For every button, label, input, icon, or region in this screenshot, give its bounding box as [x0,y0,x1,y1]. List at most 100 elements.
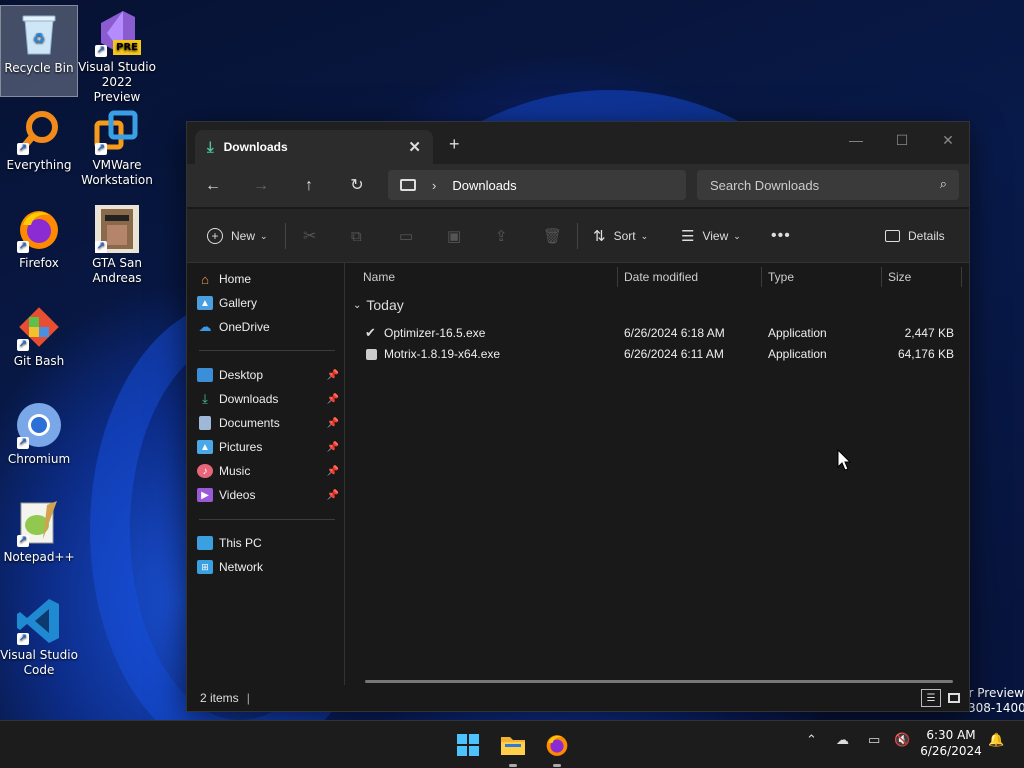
start-button[interactable] [452,729,484,761]
more-options-button[interactable]: ••• [771,223,791,249]
sidebar-item-onedrive[interactable]: ☁ OneDrive [197,316,343,338]
firefox-icon [546,735,568,756]
desktop-icon-label: Visual Studio Code [0,648,78,677]
refresh-button[interactable]: ↻ [341,172,373,200]
rename-button[interactable]: ▣ [447,223,461,249]
sidebar-item-music[interactable]: ♪ Music 📌 [197,460,343,482]
sidebar-item-gallery[interactable]: ▲ Gallery [197,292,343,314]
chevron-down-icon: ⌄ [640,230,649,241]
column-header-type[interactable]: Type [768,263,794,291]
desktop-icon-chromium[interactable]: ↗ Chromium [0,397,78,489]
search-input[interactable]: Search Downloads ⌕ [697,170,959,200]
onedrive-tray-icon[interactable]: ☁ [836,733,849,748]
address-segment[interactable]: Downloads [452,178,516,193]
title-bar[interactable]: ⤓ Downloads ✕ + — ☐ ✕ [187,122,969,164]
sidebar-item-documents[interactable]: Documents 📌 [197,412,343,434]
desktop-icon-vmware[interactable]: ↗ VMWare Workstation [78,103,156,195]
file-type: Application [768,326,827,340]
desktop-icon-recycle-bin[interactable]: ♻ Recycle Bin [0,5,78,97]
sidebar-item-network[interactable]: ⊞ Network [197,556,343,578]
maximize-button[interactable]: ☐ [879,126,925,154]
pin-icon[interactable]: 📌 [327,394,339,405]
sidebar-item-videos[interactable]: ▶ Videos 📌 [197,484,343,506]
sidebar-item-this-pc[interactable]: This PC [197,532,343,554]
copy-button[interactable]: ⧉ [351,223,362,249]
tab-downloads[interactable]: ⤓ Downloads ✕ [195,130,433,164]
column-header-date[interactable]: Date modified [624,263,698,291]
view-list-icon: ☰ [681,228,695,245]
paste-button[interactable]: ▭ [399,223,413,249]
up-button[interactable]: ↑ [293,172,325,200]
shortcut-arrow-icon: ↗ [17,241,29,253]
sidebar-item-label: Documents [219,416,280,430]
column-divider[interactable] [761,267,762,287]
visual-studio-preview-icon: PRE ↗ [93,9,141,57]
file-name: Optimizer-16.5.exe [384,326,486,340]
shortcut-arrow-icon: ↗ [95,241,107,253]
pin-icon[interactable]: 📌 [327,370,339,381]
sidebar-item-home[interactable]: ⌂ Home [197,268,343,290]
tiles-view-button[interactable] [945,689,963,707]
share-button[interactable]: ⇪ [495,223,508,249]
shortcut-arrow-icon: ↗ [17,535,29,547]
column-divider[interactable] [881,267,882,287]
trash-icon: 🗑 [543,228,563,245]
sidebar-item-downloads[interactable]: ⤓ Downloads 📌 [197,388,343,410]
desktop-icon-label: VMWare Workstation [81,158,153,187]
show-hidden-icons-button[interactable]: ⌃ [806,733,817,748]
pin-icon[interactable]: 📌 [327,490,339,501]
desktop-icon-label: GTA San Andreas [92,256,142,285]
forward-button[interactable]: → [245,172,277,200]
gta-sa-icon: ↗ [93,205,141,253]
new-button[interactable]: + New ⌄ [207,223,268,249]
sidebar-item-label: Music [219,464,251,478]
details-view-button[interactable]: ☰ [921,689,941,707]
sidebar-item-pictures[interactable]: ▲ Pictures 📌 [197,436,343,458]
file-explorer-window[interactable]: ⤓ Downloads ✕ + — ☐ ✕ ← → ↑ ↻ › Download… [186,121,970,712]
volume-muted-icon[interactable]: 🔇 [894,733,910,748]
desktop-icon-git-bash[interactable]: ↗ Git Bash [0,299,78,391]
pin-icon[interactable]: 📌 [327,418,339,429]
taskbar-firefox[interactable] [541,729,573,767]
back-button[interactable]: ← [197,172,229,200]
column-header-size[interactable]: Size [888,263,911,291]
column-header-name[interactable]: Name [363,263,395,291]
notification-bell-icon[interactable]: 🔔 [988,733,1004,748]
column-divider[interactable] [617,267,618,287]
desktop-icon-vscode[interactable]: ↗ Visual Studio Code [0,593,78,685]
git-bash-icon: ↗ [15,303,63,351]
desktop-icon-gta-sa[interactable]: ↗ GTA San Andreas [78,201,156,293]
mouse-cursor-icon [837,449,851,471]
cut-button[interactable]: ✂ [303,223,316,249]
address-bar[interactable]: › Downloads [388,170,686,200]
close-tab-button[interactable]: ✕ [408,138,421,156]
desktop-icon-visual-studio-preview[interactable]: PRE ↗ Visual Studio 2022 Preview [78,5,156,104]
desktop-icon-label: Firefox [19,256,59,270]
details-pane-button[interactable]: Details [885,223,945,249]
shortcut-arrow-icon: ↗ [17,633,29,645]
pin-icon[interactable]: 📌 [327,466,339,477]
table-row[interactable]: Motrix-1.8.19-x64.exe 6/26/2024 6:11 AM … [347,344,967,365]
new-tab-button[interactable]: + [449,134,460,155]
delete-button[interactable]: 🗑 [543,223,562,249]
file-list[interactable]: Name Date modified Type Size ⌄ Today ✔ O… [347,263,969,687]
desktop-icon-firefox[interactable]: ↗ Firefox [0,201,78,293]
minimize-button[interactable]: — [833,126,879,154]
desktop-icon-notepadpp[interactable]: ↗ Notepad++ [0,495,78,587]
clock[interactable]: 6:30 AM 6/26/2024 [918,727,984,759]
table-row[interactable]: ✔ Optimizer-16.5.exe 6/26/2024 6:18 AM A… [347,323,967,344]
taskbar-file-explorer[interactable] [497,729,529,767]
column-divider[interactable] [961,267,962,287]
sort-button[interactable]: ⇅ Sort ⌄ [593,223,648,249]
sidebar-item-label: Downloads [219,392,279,406]
pin-icon[interactable]: 📌 [327,442,339,453]
view-button[interactable]: ☰ View ⌄ [681,223,741,249]
group-header-today[interactable]: ⌄ Today [353,297,404,313]
network-tray-icon[interactable]: ▭ [868,733,880,748]
sidebar-item-desktop[interactable]: Desktop 📌 [197,364,343,386]
close-window-button[interactable]: ✕ [925,126,971,154]
desktop-icon-label: Git Bash [13,354,65,368]
folder-icon [501,737,525,755]
horizontal-scrollbar[interactable] [365,680,953,683]
desktop-icon-everything[interactable]: ↗ Everything [0,103,78,195]
